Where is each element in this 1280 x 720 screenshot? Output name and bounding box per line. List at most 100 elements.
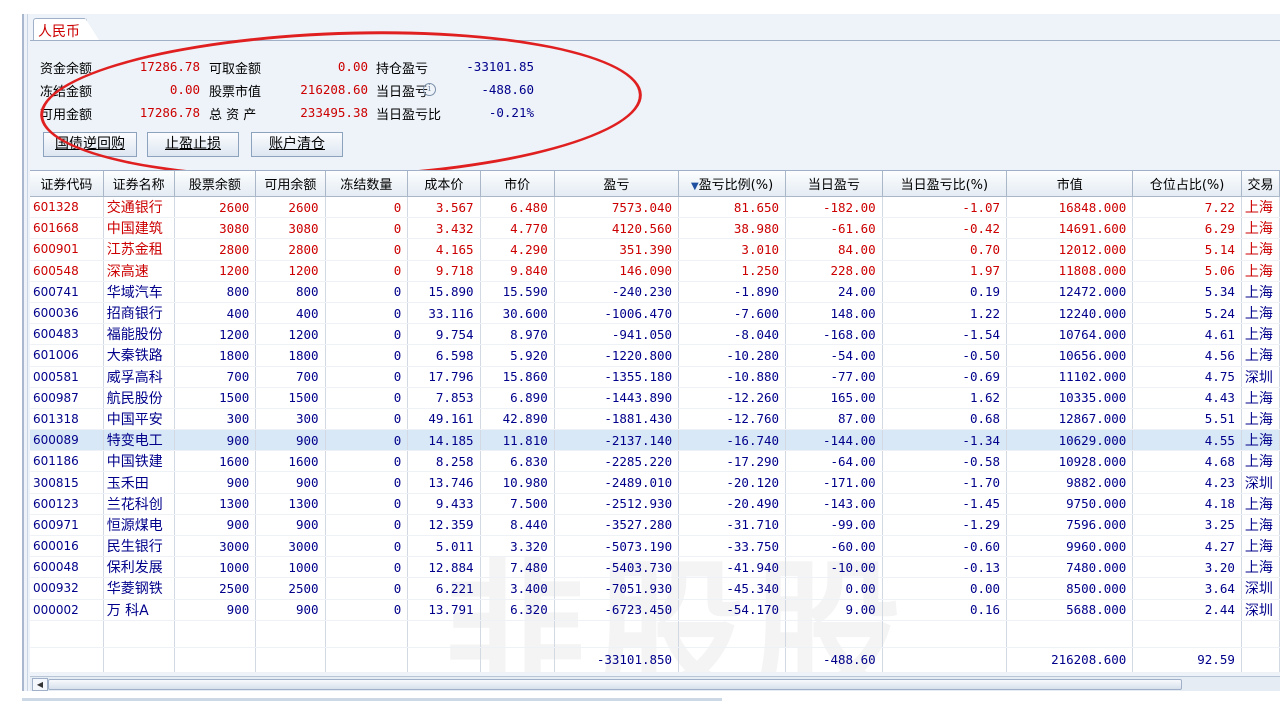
column-header[interactable]: 市值 xyxy=(1006,171,1134,197)
cost-price: 13.791 xyxy=(407,599,481,621)
cost-price: 14.185 xyxy=(407,429,481,452)
column-header[interactable]: 当日盈亏比(%) xyxy=(882,171,1008,197)
security-code: 000581 xyxy=(30,366,104,388)
column-header[interactable]: 冻结数量 xyxy=(325,171,409,197)
daily-profit-loss: -54.00 xyxy=(785,344,883,367)
cost-price: 3.567 xyxy=(407,196,481,219)
daily-profit-loss: 84.00 xyxy=(785,238,883,261)
profit-loss-pct: -12.760 xyxy=(678,408,787,431)
exchange: 上海 xyxy=(1241,450,1280,473)
column-header[interactable]: 成本价 xyxy=(407,171,481,197)
stock-balance: 300 xyxy=(174,408,257,431)
column-header[interactable]: 证券名称 xyxy=(103,171,175,197)
tab-rmb-label[interactable]: 人民币 xyxy=(38,21,80,41)
position-pct: 4.43 xyxy=(1132,387,1242,409)
available-balance: 1500 xyxy=(255,387,326,409)
frozen-qty: 0 xyxy=(325,471,409,494)
table-row[interactable]: 600048 保利发展 1000 1000 0 12.884 7.480 -5403.730-… xyxy=(30,556,1280,579)
column-header[interactable]: 交易 xyxy=(1241,171,1280,197)
status-strip xyxy=(22,698,722,701)
profit-loss: -3527.280 xyxy=(554,514,680,537)
available-balance: 1200 xyxy=(255,260,326,282)
table-row[interactable]: 601668 中国建筑 3080 3080 0 3.432 4.770 4120.560 38.… xyxy=(30,217,1280,240)
table-row[interactable]: 601006 大秦铁路 1800 1800 0 6.598 5.920 -1220.800 -1… xyxy=(30,344,1280,367)
security-code: 600971 xyxy=(30,514,104,537)
profit-loss-pct: -45.340 xyxy=(678,577,787,600)
table-row[interactable]: 601328 交通银行 2600 2600 0 3.567 6.480 7573.040 81.… xyxy=(30,196,1280,219)
market-value: 7596.000 xyxy=(1006,514,1134,537)
market-price: 11.810 xyxy=(480,429,555,452)
table-row[interactable]: 600901 江苏金租 2800 2800 0 4.165 4.290 351.390 3.01… xyxy=(30,238,1280,261)
table-row[interactable]: 600971 恒源煤电 900 900 0 12.359 8.440 -3527.280 -31… xyxy=(30,514,1280,537)
totals-row: -33101.850 -488.60 216208.600 92.59 xyxy=(30,647,1280,673)
scrollbar-thumb[interactable] xyxy=(48,679,1182,690)
table-row[interactable]: 000932 华菱钢铁 2500 2500 0 6.221 3.400 -7051.930 -4… xyxy=(30,577,1280,600)
table-row[interactable]: 600036 招商银行 400 400 0 33.116 30.600 -1006.470 -7… xyxy=(30,302,1280,325)
market-price: 30.600 xyxy=(480,302,555,325)
security-name: 大秦铁路 xyxy=(103,344,175,367)
daily-profit-loss: 87.00 xyxy=(785,408,883,431)
frozen-qty: 0 xyxy=(325,260,409,282)
table-row[interactable]: 600987 航民股份 1500 1500 0 7.853 6.890 -1443.890 -1… xyxy=(30,387,1280,409)
table-row[interactable]: 600741 华域汽车 800 800 0 15.890 15.590 -240.230 -1.… xyxy=(30,281,1280,303)
exchange: 上海 xyxy=(1241,535,1280,558)
profit-loss-pct: -20.120 xyxy=(678,471,787,494)
table-row[interactable]: 601318 中国平安 300 300 0 49.161 42.890 -1881.430 -1… xyxy=(30,408,1280,431)
daily-profit-loss-pct: -0.50 xyxy=(882,344,1008,367)
column-header-sorted[interactable]: ▼盈亏比例(%) xyxy=(678,171,787,197)
exchange: 上海 xyxy=(1241,514,1280,537)
column-header[interactable]: 仓位占比(%) xyxy=(1132,171,1242,197)
position-pct: 5.24 xyxy=(1132,302,1242,325)
profit-loss: 7573.040 xyxy=(554,196,680,219)
market-value: 12472.000 xyxy=(1006,281,1134,303)
cost-price: 33.116 xyxy=(407,302,481,325)
daily-profit-loss: 228.00 xyxy=(785,260,883,282)
horizontal-scrollbar[interactable]: ◀ xyxy=(30,676,1280,691)
table-row[interactable]: 300815 玉禾田 900 900 0 13.746 10.980 -2489.010 -20… xyxy=(30,471,1280,494)
table-row[interactable]: 600483 福能股份 1200 1200 0 9.754 8.970 -941.050 -8.… xyxy=(30,323,1280,346)
table-row[interactable]: 600089 特变电工 900 900 0 14.185 11.810 -2137.140 -1… xyxy=(30,429,1280,452)
security-code: 601668 xyxy=(30,217,104,240)
cost-price: 12.359 xyxy=(407,514,481,537)
column-header[interactable]: 证券代码 xyxy=(30,171,104,197)
position-pct: 2.44 xyxy=(1132,599,1242,621)
column-header[interactable]: 当日盈亏 xyxy=(785,171,883,197)
exchange: 深圳 xyxy=(1241,577,1280,600)
column-header[interactable]: 市价 xyxy=(480,171,555,197)
frozen-qty: 0 xyxy=(325,217,409,240)
cost-price: 3.432 xyxy=(407,217,481,240)
exchange: 上海 xyxy=(1241,408,1280,431)
market-price: 7.480 xyxy=(480,556,555,579)
daily-profit-loss: -60.00 xyxy=(785,535,883,558)
column-header[interactable]: 盈亏 xyxy=(554,171,680,197)
daily-profit-loss: -99.00 xyxy=(785,514,883,537)
position-pct: 7.22 xyxy=(1132,196,1242,219)
profit-loss-pct: -33.750 xyxy=(678,535,787,558)
daily-profit-loss: 165.00 xyxy=(785,387,883,409)
total-position-pct: 92.59 xyxy=(1132,647,1242,673)
table-row[interactable]: 600548 深高速 1200 1200 0 9.718 9.840 146.090 1.250… xyxy=(30,260,1280,282)
scroll-left-icon[interactable]: ◀ xyxy=(32,678,48,691)
column-header[interactable]: 可用余额 xyxy=(255,171,326,197)
security-code: 600123 xyxy=(30,493,104,515)
column-header[interactable]: 股票余额 xyxy=(174,171,257,197)
exchange: 深圳 xyxy=(1241,366,1280,388)
frozen-qty: 0 xyxy=(325,366,409,388)
stock-balance: 2600 xyxy=(174,196,257,219)
daily-profit-loss: -168.00 xyxy=(785,323,883,346)
market-price: 6.890 xyxy=(480,387,555,409)
table-row[interactable]: 000002 万 科A 900 900 0 13.791 6.320 -6723.450 -54… xyxy=(30,599,1280,621)
table-row[interactable]: 000581 威孚高科 700 700 0 17.796 15.860 -1355.180 -1… xyxy=(30,366,1280,388)
profit-loss-pct: -10.280 xyxy=(678,344,787,367)
frozen-qty: 0 xyxy=(325,344,409,367)
table-row[interactable]: 600016 民生银行 3000 3000 0 5.011 3.320 -5073.190 -3… xyxy=(30,535,1280,558)
exchange: 深圳 xyxy=(1241,471,1280,494)
frozen-qty: 0 xyxy=(325,302,409,325)
table-row[interactable]: 601186 中国铁建 1600 1600 0 8.258 6.830 -2285.220 -1… xyxy=(30,450,1280,473)
stock-balance: 1300 xyxy=(174,493,257,515)
security-code: 601186 xyxy=(30,450,104,473)
top-margin xyxy=(0,0,1280,14)
table-row[interactable]: 600123 兰花科创 1300 1300 0 9.433 7.500 -2512.930 -2… xyxy=(30,493,1280,515)
daily-profit-loss: -171.00 xyxy=(785,471,883,494)
security-name: 威孚高科 xyxy=(103,366,175,388)
